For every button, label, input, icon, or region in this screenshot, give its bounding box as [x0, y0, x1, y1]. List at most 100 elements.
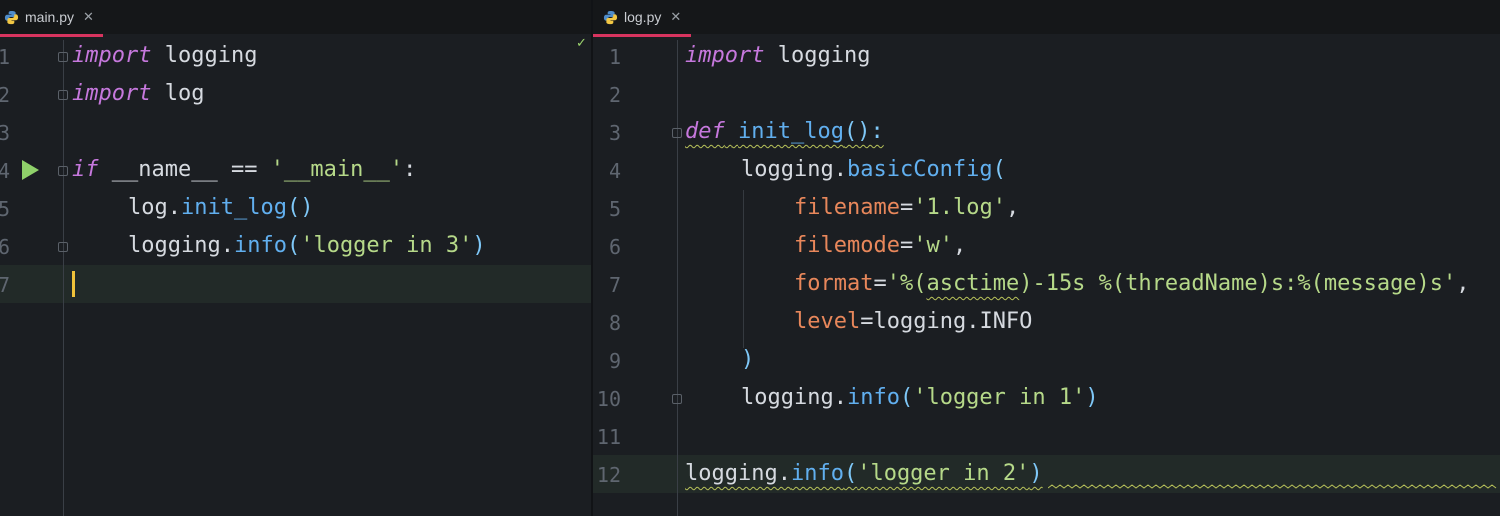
active-tab-indicator: [593, 34, 691, 37]
tab-main-py[interactable]: main.py ✕: [0, 0, 103, 37]
keyword-arg: level: [794, 309, 861, 334]
fold-icon[interactable]: [58, 52, 68, 62]
function-call: init_log: [180, 195, 287, 220]
keyword: import: [72, 43, 152, 68]
fold-icon[interactable]: [58, 90, 68, 100]
line-number: 2: [0, 83, 11, 107]
function-call: basicConfig: [846, 157, 993, 182]
comma: ,: [952, 233, 967, 258]
fold-icon[interactable]: [672, 394, 682, 404]
run-icon[interactable]: [22, 160, 39, 180]
warning-squiggle: [1048, 484, 1497, 489]
string-literal: 'w': [913, 233, 953, 258]
code-line-4[interactable]: if __name__ == '__main__':: [72, 151, 416, 189]
line-number: 8: [608, 311, 621, 335]
string-literal: 'logger in 3': [300, 233, 473, 258]
code-line-2[interactable]: import log: [72, 75, 204, 113]
paren-open: (: [286, 233, 301, 258]
line-number: 3: [0, 121, 11, 145]
line-number: 4: [0, 159, 11, 183]
paren-open: (: [992, 157, 1006, 182]
tab-label: main.py: [25, 9, 75, 25]
code-line-8[interactable]: level=logging.INFO: [794, 303, 1032, 341]
expression: __name__ ==: [98, 157, 271, 182]
module-ref: logging.: [128, 233, 234, 258]
string-literal: '1.log': [913, 195, 1006, 220]
line-number: 5: [0, 197, 11, 221]
inspection-ok-icon[interactable]: ✓: [576, 36, 587, 51]
string-literal: '%(: [886, 271, 927, 296]
colon: :: [403, 157, 417, 182]
identifier: logging: [151, 43, 258, 68]
code-line-7[interactable]: format='%(asctime)-15s %(threadName)s:%(…: [794, 265, 1470, 303]
keyword: import: [72, 81, 152, 106]
keyword-arg: filename: [794, 195, 900, 220]
code-line-5[interactable]: filename='1.log',: [794, 189, 1019, 227]
tab-label: log.py: [624, 9, 662, 25]
function-call: info: [233, 233, 287, 258]
line-number: 5: [608, 197, 621, 221]
paren-open: (: [843, 461, 858, 486]
line-number: 1: [0, 45, 11, 69]
code-line-12[interactable]: logging.info('logger in 2'): [685, 455, 1043, 493]
python-file-icon: [603, 10, 618, 25]
gutter-separator: [63, 40, 64, 516]
module-ref: log.: [128, 195, 181, 220]
comma: ,: [1005, 195, 1020, 220]
keyword-arg: format: [794, 271, 874, 296]
line-number: 6: [608, 235, 621, 259]
code-line-10[interactable]: logging.info('logger in 1'): [741, 379, 1099, 417]
left-editor-pane[interactable]: main.py ✕ 1 2 3 4 5 6 7 import logging i…: [0, 0, 591, 516]
text-cursor: [72, 271, 75, 297]
identifier: log: [151, 81, 205, 106]
code-line-4[interactable]: logging.basicConfig(: [741, 151, 1006, 189]
paren-close: ): [472, 233, 486, 258]
line-number: 2: [608, 83, 621, 107]
paren-close: ): [741, 347, 755, 372]
function-call: info: [790, 461, 844, 486]
equals: =: [873, 271, 887, 296]
fold-icon[interactable]: [58, 242, 68, 252]
current-line-highlight: [0, 265, 591, 303]
code-line-1[interactable]: import logging: [685, 37, 870, 75]
paren-open: (: [899, 385, 914, 410]
identifier: logging.INFO: [873, 309, 1033, 334]
module-ref: logging.: [741, 157, 847, 182]
python-file-icon: [4, 10, 19, 25]
right-editor-pane[interactable]: log.py ✕ 1 2 3 4 5 6 7 8 9 10 11 12 impo…: [593, 0, 1500, 516]
line-number: 11: [596, 425, 621, 449]
gutter-separator: [677, 40, 678, 516]
parens: ():: [843, 119, 884, 144]
line-number: 9: [608, 349, 621, 373]
code-line-6[interactable]: logging.info('logger in 3'): [128, 227, 486, 265]
line-number: 6: [0, 235, 11, 259]
tab-log-py[interactable]: log.py ✕: [593, 0, 691, 37]
code-line-1[interactable]: import logging: [72, 37, 257, 75]
equals: =: [899, 195, 914, 220]
close-icon[interactable]: ✕: [83, 9, 94, 25]
fold-icon[interactable]: [672, 128, 682, 138]
line-number: 7: [0, 273, 11, 297]
equals: =: [860, 309, 874, 334]
close-icon[interactable]: ✕: [670, 9, 681, 25]
fold-icon[interactable]: [58, 166, 68, 176]
equals: =: [899, 233, 914, 258]
code-line-5[interactable]: log.init_log(): [128, 189, 313, 227]
function-name: init_log: [738, 119, 844, 144]
comma: ,: [1456, 271, 1470, 296]
code-line-9[interactable]: ): [741, 341, 754, 379]
string-literal: 'logger in 2': [857, 461, 1030, 486]
code-line-3[interactable]: def init_log():: [685, 113, 884, 151]
keyword: if: [72, 157, 99, 182]
line-number: 4: [608, 159, 621, 183]
line-number: 1: [608, 45, 621, 69]
paren-close: ): [1085, 385, 1099, 410]
line-number: 3: [608, 121, 621, 145]
left-tab-bar: main.py ✕: [0, 0, 591, 37]
parens: (): [286, 195, 314, 220]
code-line-6[interactable]: filemode='w',: [794, 227, 966, 265]
string-literal: '__main__': [270, 157, 404, 182]
identifier: logging: [764, 43, 871, 68]
string-literal: 'logger in 1': [913, 385, 1086, 410]
function-call: info: [846, 385, 900, 410]
